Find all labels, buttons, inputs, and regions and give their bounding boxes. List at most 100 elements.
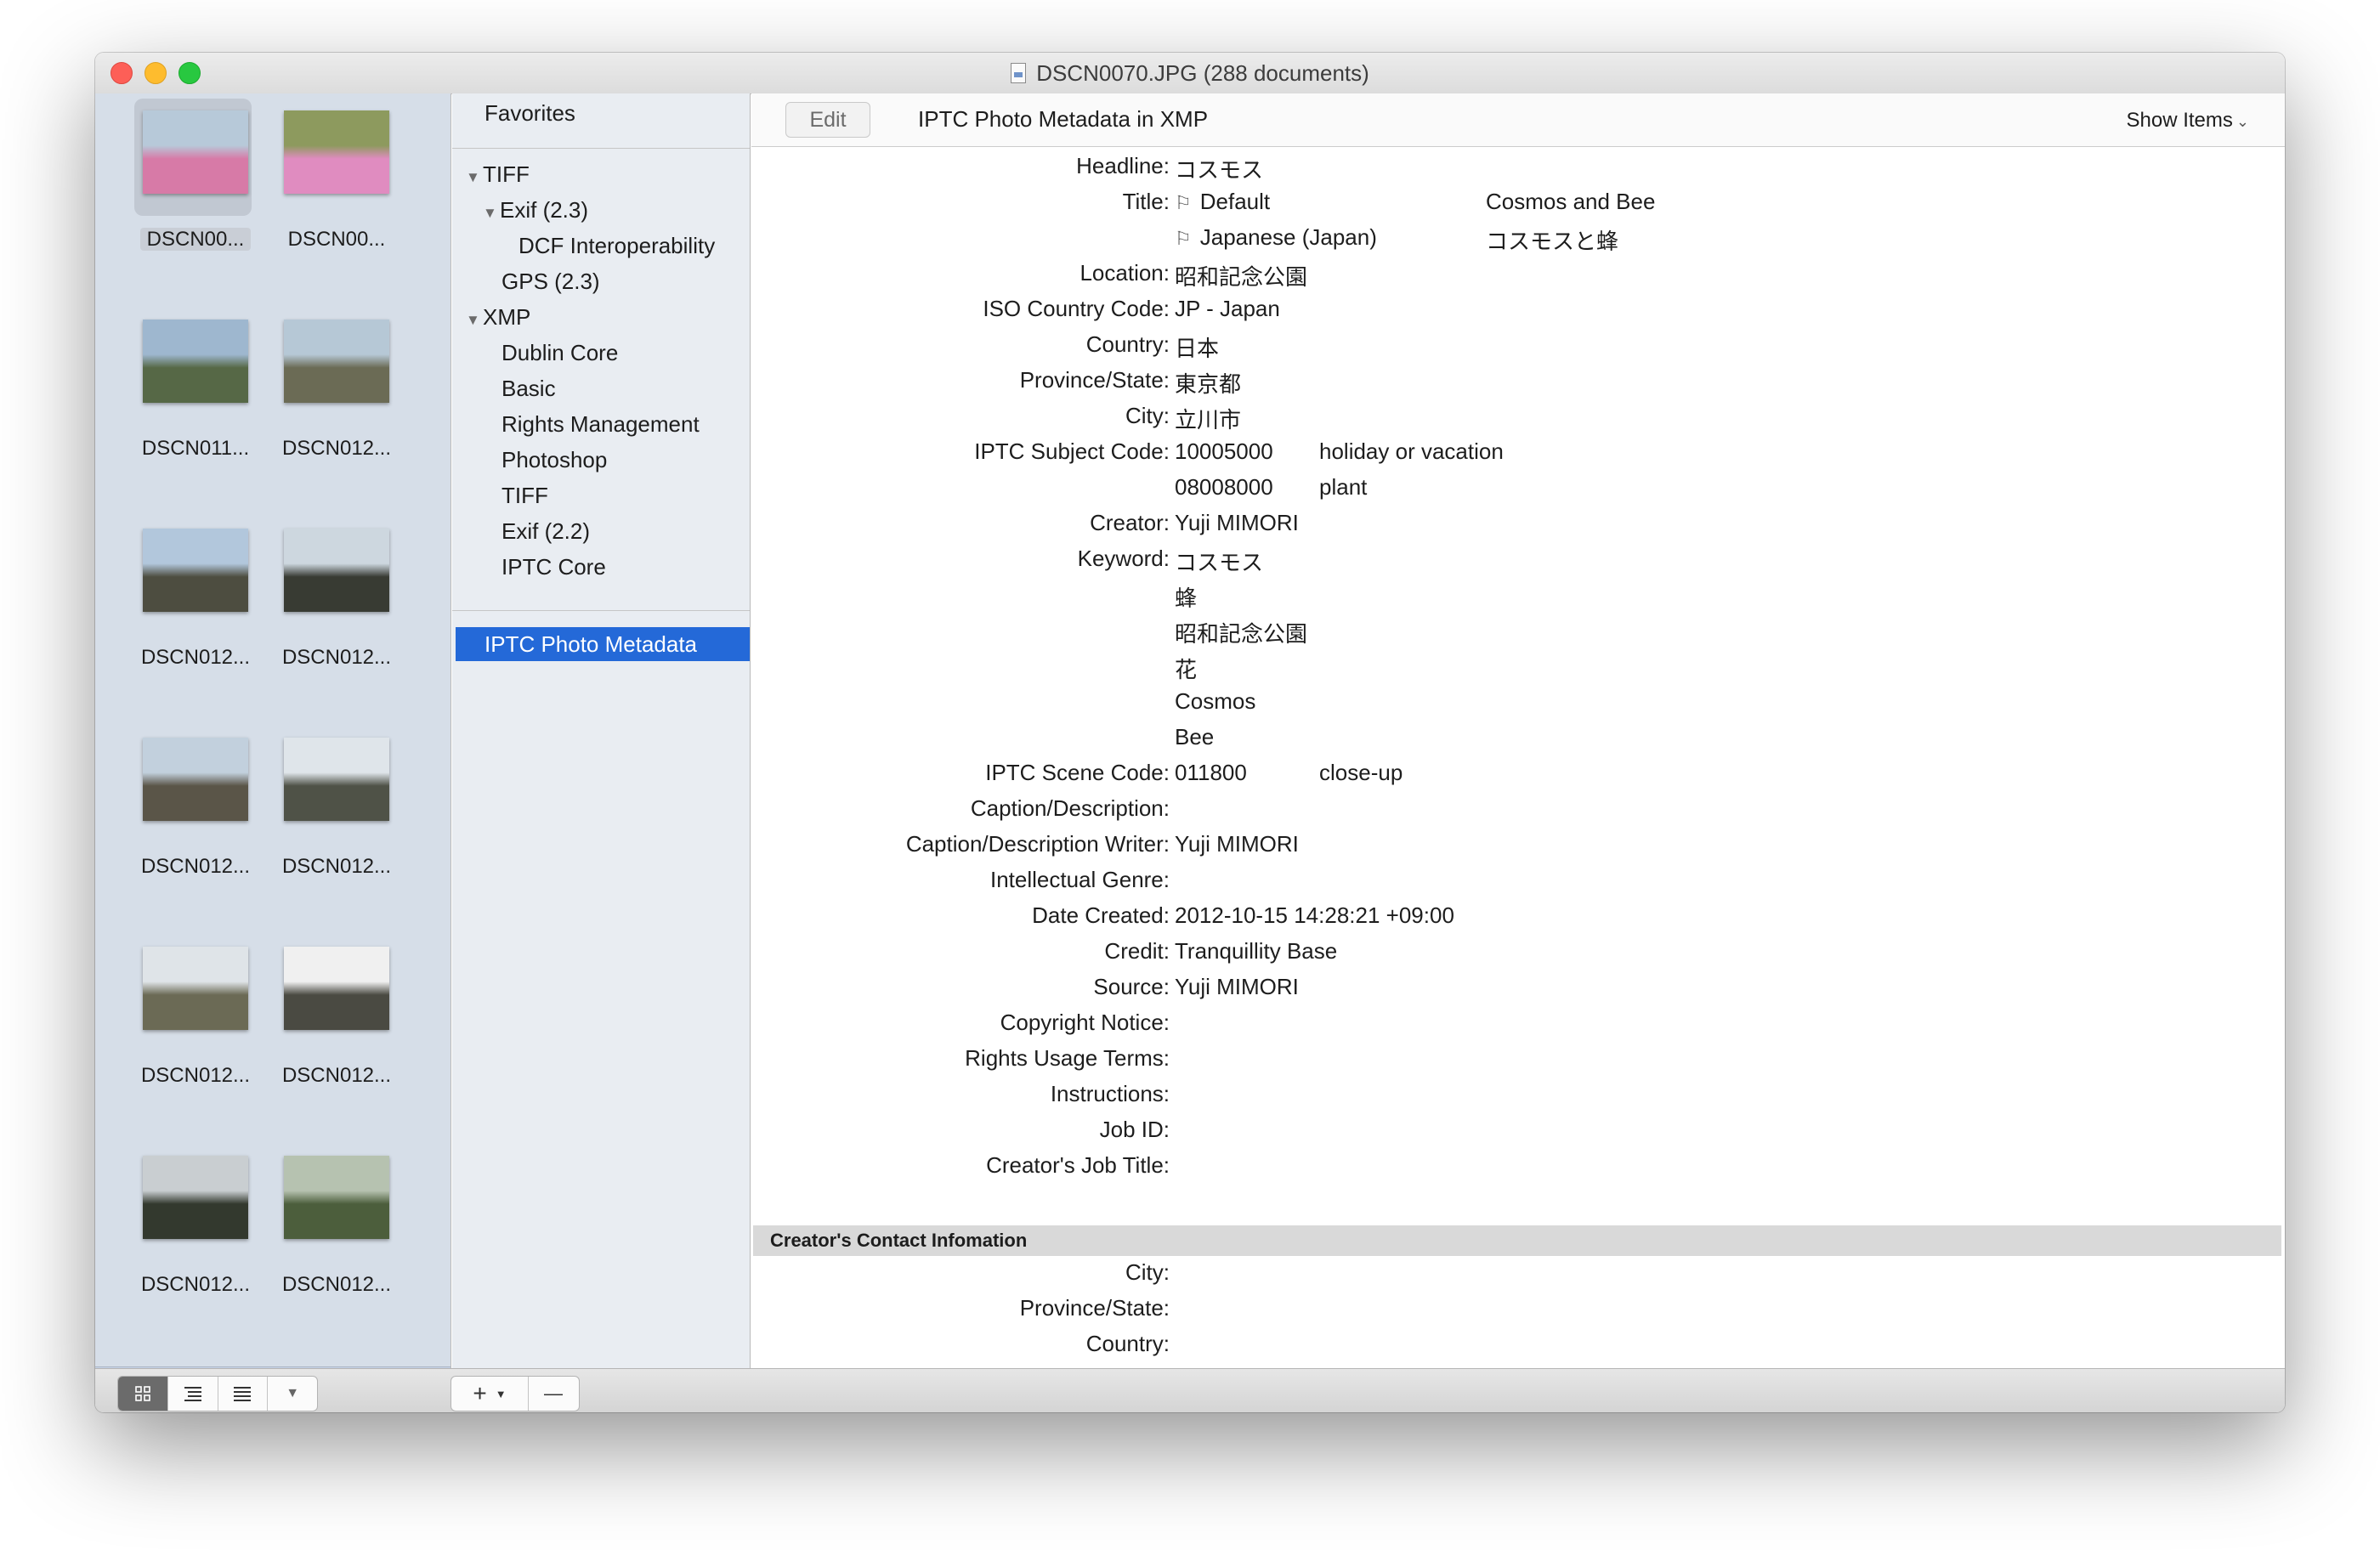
grid-view-icon[interactable] [118, 1377, 168, 1411]
thumbnail-item[interactable]: DSCN012... [128, 1151, 264, 1321]
tree-item-dcf-interoperability[interactable]: DCF Interoperability [518, 233, 715, 259]
thumbnail-item[interactable]: DSCN011... [128, 314, 264, 484]
metadata-field-value[interactable]: JP - Japan [1175, 296, 1280, 331]
metadata-field-label: Copyright Notice: [1000, 1010, 1170, 1035]
thumbnail-label: DSCN012... [281, 855, 392, 878]
outline-view-icon[interactable] [168, 1377, 218, 1411]
thumbnail-image[interactable] [284, 1156, 389, 1239]
metadata-field-value[interactable]: 昭和記念公園 [1175, 617, 1307, 653]
tree-item-xmp[interactable]: ▼ XMP [466, 304, 530, 331]
metadata-field-value[interactable]: 08008000 [1175, 474, 1273, 510]
contact-section-header: Creator's Contact Infomation [753, 1225, 2281, 1256]
metadata-field-value[interactable]: 011800 [1175, 760, 1247, 795]
metadata-field-value[interactable]: 立川市 [1175, 403, 1241, 438]
flag-icon: ⚐ [1175, 228, 1192, 249]
metadata-title: IPTC Photo Metadata in XMP [918, 106, 1209, 132]
thumbnail-item[interactable]: DSCN012... [269, 314, 405, 484]
metadata-field-value[interactable]: Yuji MIMORI [1175, 831, 1299, 867]
thumbnail-image[interactable] [143, 738, 248, 821]
thumbnail-image[interactable] [284, 738, 389, 821]
disclosure-triangle-icon[interactable]: ▼ [466, 169, 483, 186]
metadata-field-label: Source: [1093, 974, 1170, 999]
metadata-field-value[interactable]: コスモス [1175, 546, 1263, 581]
chevron-down-icon: ⌄ [2236, 113, 2249, 130]
thumbnail-item[interactable]: DSCN012... [269, 1151, 405, 1321]
thumbnail-image[interactable] [284, 110, 389, 194]
metadata-field-value[interactable]: コスモス [1175, 153, 1263, 189]
thumbnail-item[interactable]: DSCN012... [269, 733, 405, 902]
add-button[interactable]: + ▼ [451, 1377, 529, 1411]
thumbnail-panel: DSCN00... DSCN00... DSCN011... DSCN012... DS… [95, 93, 451, 1368]
thumbnail-item[interactable]: DSCN012... [269, 942, 405, 1112]
metadata-field-label: Title: [1122, 189, 1170, 214]
metadata-language-value[interactable]: ⚐ Japanese (Japan) [1175, 224, 1377, 260]
metadata-field-label: Country: [1085, 1331, 1170, 1356]
tree-item-iptc-photo-metadata[interactable]: IPTC Photo Metadata [456, 627, 750, 661]
view-options-dropdown[interactable]: ▼ [268, 1377, 317, 1411]
metadata-field-value[interactable]: close-up [1319, 760, 1402, 795]
tree-item-photoshop[interactable]: Photoshop [502, 447, 607, 473]
thumbnail-item[interactable]: DSCN012... [128, 942, 264, 1112]
document-icon [1011, 63, 1027, 83]
metadata-field-value[interactable]: 昭和記念公園 [1175, 260, 1307, 296]
thumbnail-image[interactable] [143, 110, 248, 194]
thumbnail-image[interactable] [284, 529, 389, 612]
metadata-field-value[interactable]: Bee [1175, 724, 1214, 760]
thumbnail-item[interactable]: DSCN012... [128, 523, 264, 693]
metadata-field-label: Country: [1085, 331, 1170, 357]
tree-item-exif[interactable]: ▼ Exif (2.3) [483, 197, 588, 223]
remove-button[interactable]: — [529, 1377, 578, 1411]
edit-button[interactable]: Edit [785, 102, 870, 138]
thumbnail-item[interactable]: DSCN00... [269, 105, 405, 275]
disclosure-triangle-icon[interactable]: ▼ [466, 312, 483, 329]
tree-item-xmp-tiff[interactable]: TIFF [502, 483, 548, 509]
metadata-field-value[interactable]: 蜂 [1175, 581, 1197, 617]
thumbnail-item[interactable]: DSCN012... [269, 523, 405, 693]
metadata-field-value[interactable]: holiday or vacation [1319, 438, 1504, 474]
thumbnail-image[interactable] [284, 947, 389, 1030]
metadata-field-value[interactable]: Yuji MIMORI [1175, 510, 1299, 546]
tree-item-gps[interactable]: GPS (2.3) [502, 269, 600, 295]
metadata-field-value[interactable]: 日本 [1175, 331, 1219, 367]
metadata-field-value[interactable]: plant [1319, 474, 1367, 510]
metadata-field-label: Headline: [1076, 153, 1170, 178]
metadata-field-value[interactable]: 2012-10-15 14:28:21 +09:00 [1175, 902, 1454, 938]
metadata-field-value[interactable]: 10005000 [1175, 438, 1273, 474]
metadata-language-value[interactable]: ⚐ Default [1175, 189, 1270, 224]
tree-item-dublin-core[interactable]: Dublin Core [502, 340, 618, 366]
metadata-field-label: Instructions: [1050, 1081, 1170, 1106]
flag-icon: ⚐ [1175, 192, 1192, 213]
show-items-menu[interactable]: Show Items ⌄ [2127, 109, 2249, 133]
tree-item-iptc-core[interactable]: IPTC Core [502, 554, 606, 580]
metadata-field-label: ISO Country Code: [983, 296, 1170, 321]
metadata-field-label: Province/State: [1019, 367, 1170, 393]
thumbnail-image[interactable] [284, 320, 389, 403]
tree-item-xmp-exif[interactable]: Exif (2.2) [502, 518, 590, 545]
metadata-field-value[interactable]: コスモスと蜂 [1486, 224, 1618, 260]
thumbnail-label: DSCN011... [141, 437, 250, 460]
thumbnail-label: DSCN012... [281, 646, 392, 669]
list-view-icon[interactable] [218, 1377, 269, 1411]
disclosure-triangle-icon[interactable]: ▼ [483, 205, 500, 222]
metadata-field-value[interactable]: Tranquillity Base [1175, 938, 1337, 974]
thumbnail-image[interactable] [143, 1156, 248, 1239]
thumbnail-image[interactable] [143, 947, 248, 1030]
metadata-field-value[interactable]: Yuji MIMORI [1175, 974, 1299, 1010]
metadata-toolbar: Edit IPTC Photo Metadata in XMP Show Ite… [751, 93, 2285, 147]
thumbnail-item[interactable]: DSCN012... [128, 733, 264, 902]
thumbnail-item[interactable]: DSCN00... [128, 99, 264, 275]
favorites-header[interactable]: Favorites [452, 93, 750, 149]
window-title: DSCN0070.JPG (288 documents) [1036, 59, 1369, 86]
tree-item-basic[interactable]: Basic [502, 376, 556, 402]
thumbnail-image[interactable] [143, 529, 248, 612]
metadata-field-label: IPTC Subject Code: [974, 438, 1170, 464]
metadata-field-value[interactable]: 東京都 [1175, 367, 1241, 403]
metadata-field-value[interactable]: Cosmos and Bee [1486, 189, 1655, 224]
tree-item-rights-management[interactable]: Rights Management [502, 411, 700, 438]
tree-item-tiff[interactable]: ▼ TIFF [466, 161, 530, 188]
view-mode-control: ▼ [117, 1376, 318, 1411]
metadata-field-value[interactable]: 花 [1175, 653, 1197, 688]
metadata-field-value[interactable]: Cosmos [1175, 688, 1255, 724]
thumbnail-label: DSCN012... [140, 646, 251, 669]
thumbnail-image[interactable] [143, 320, 248, 403]
